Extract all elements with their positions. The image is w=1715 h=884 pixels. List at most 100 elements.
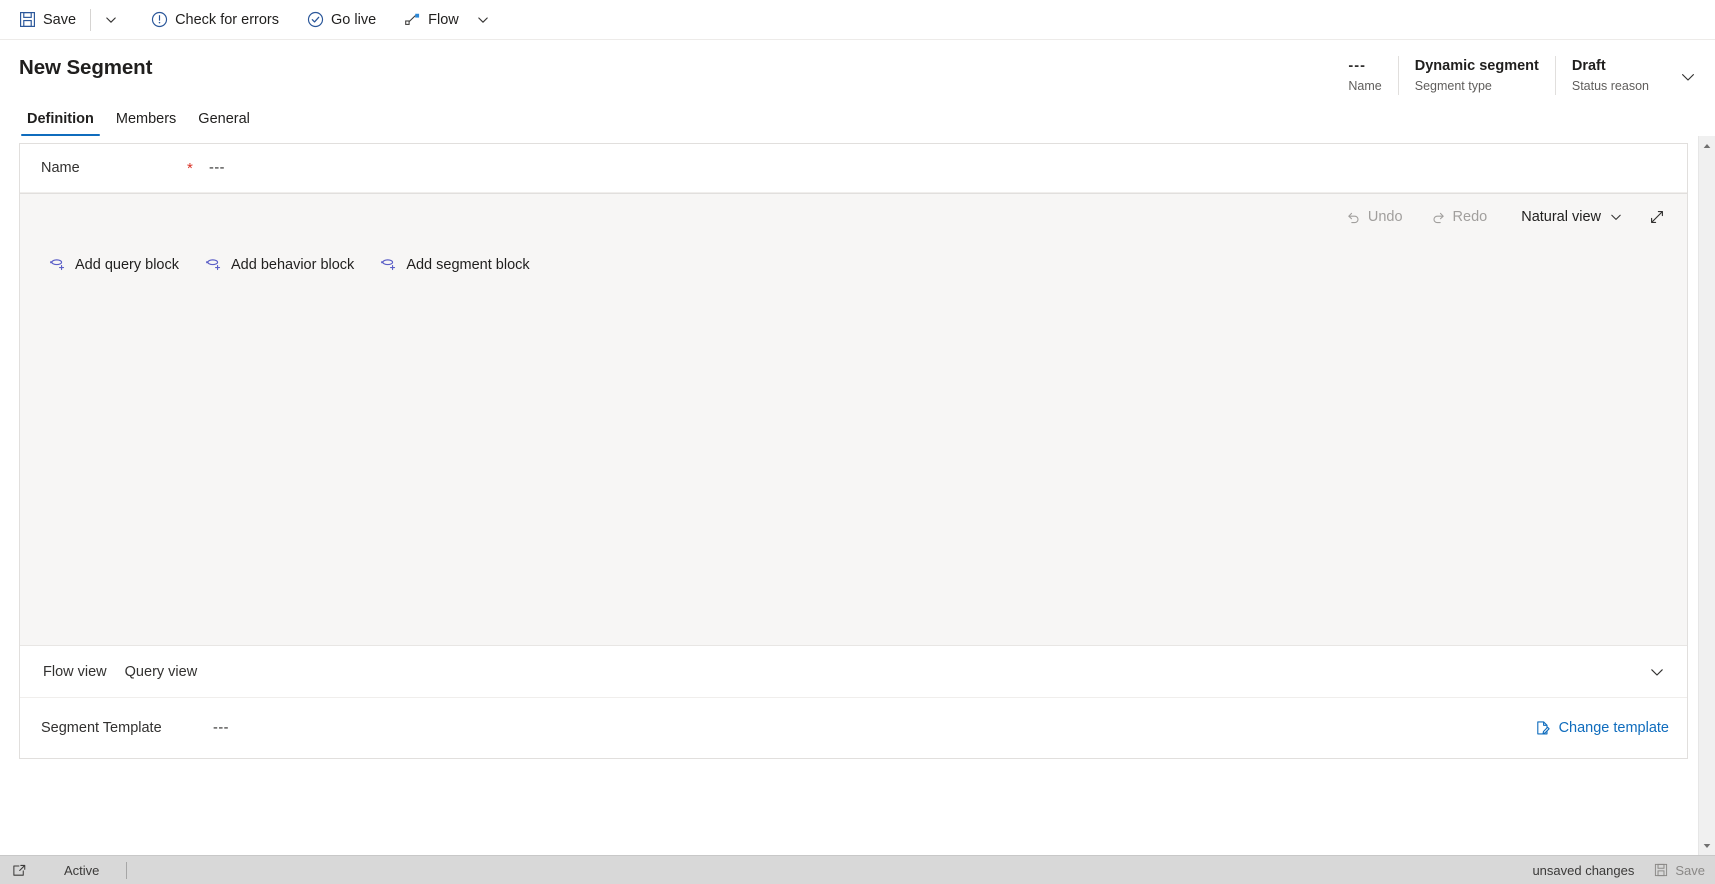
flow-icon <box>404 11 421 28</box>
error-circle-icon <box>151 11 168 28</box>
undo-label: Undo <box>1367 209 1403 225</box>
undo-icon <box>1346 210 1361 225</box>
view-mode-tabs-row: Flow view Query view <box>20 646 1687 698</box>
view-mode-selector[interactable]: Natural view <box>1512 201 1631 233</box>
save-options-caret[interactable] <box>96 0 126 40</box>
page-title: New Segment <box>19 56 153 79</box>
header-expand-toggle[interactable] <box>1671 60 1705 94</box>
view-mode-tabs: Flow view Query view <box>41 660 1641 684</box>
tab-query-view[interactable]: Query view <box>123 660 200 684</box>
add-behavior-block-button[interactable]: Add behavior block <box>203 252 356 277</box>
header-field-status-reason: Draft Status reason <box>1554 56 1665 95</box>
popout-icon[interactable] <box>8 859 30 881</box>
change-template-button[interactable]: Change template <box>1531 716 1673 740</box>
segment-designer-card: Undo Redo Natural view Add query block A… <box>19 194 1688 759</box>
form-tabs: Definition Members General <box>0 107 1715 136</box>
page-bottom-spacer <box>19 759 1688 855</box>
go-live-label: Go live <box>331 11 377 28</box>
segment-canvas[interactable]: Undo Redo Natural view Add query block A… <box>20 194 1687 646</box>
add-query-block-icon <box>49 256 66 273</box>
status-bar-save-button[interactable]: Save <box>1654 863 1705 878</box>
name-field-row: Name * --- <box>20 144 1687 193</box>
add-segment-block-button[interactable]: Add segment block <box>378 252 531 277</box>
page-edit-icon <box>1535 720 1551 736</box>
command-bar-divider <box>90 8 92 31</box>
save-icon <box>19 11 36 28</box>
segment-editor-window: Save Check for errors Go live Flow New S… <box>0 0 1715 884</box>
tab-flow-view-label: Flow view <box>43 663 107 680</box>
expand-diagonal-icon <box>1649 209 1665 225</box>
header-field-name-label: Name <box>1348 79 1382 93</box>
chevron-down-icon <box>105 14 117 26</box>
add-segment-block-icon <box>380 256 397 273</box>
view-mode-label: Natural view <box>1521 209 1601 225</box>
tab-general-label: General <box>198 111 250 127</box>
chevron-down-icon <box>1610 211 1622 223</box>
collapse-section-toggle[interactable] <box>1641 656 1673 688</box>
name-input[interactable]: --- <box>209 160 225 176</box>
chevron-down-icon <box>1649 664 1665 680</box>
tab-members[interactable]: Members <box>108 107 184 136</box>
check-for-errors-button[interactable]: Check for errors <box>142 0 288 40</box>
header-field-segment-type: Dynamic segment Segment type <box>1397 56 1555 95</box>
scrollbar-up-arrow[interactable] <box>1699 138 1715 153</box>
canvas-empty-surface[interactable] <box>20 277 1687 645</box>
definition-panel-wrapper: Name * --- Undo Redo Natural view Add qu… <box>0 136 1698 855</box>
flow-options-caret[interactable] <box>468 0 498 40</box>
canvas-toolbar: Undo Redo Natural view <box>20 194 1687 240</box>
required-asterisk: * <box>187 159 193 177</box>
content-area: Name * --- Undo Redo Natural view Add qu… <box>0 136 1715 855</box>
unsaved-changes-label: unsaved changes <box>1532 862 1635 878</box>
check-circle-icon <box>307 11 324 28</box>
redo-icon <box>1431 210 1446 225</box>
change-template-label: Change template <box>1558 720 1669 736</box>
segment-template-label: Segment Template <box>41 720 162 736</box>
header-field-segment-type-label: Segment type <box>1414 79 1492 93</box>
chevron-down-icon <box>1680 69 1696 85</box>
record-header-fields: --- Name Dynamic segment Segment type Dr… <box>1332 54 1715 95</box>
save-button[interactable]: Save <box>10 0 85 40</box>
status-bar-save-label: Save <box>1675 862 1705 878</box>
redo-label: Redo <box>1452 209 1488 225</box>
tab-members-label: Members <box>115 111 177 127</box>
flow-button[interactable]: Flow <box>395 0 468 40</box>
add-query-block-button[interactable]: Add query block <box>47 252 181 277</box>
record-header: New Segment --- Name Dynamic segment Seg… <box>0 40 1715 95</box>
segment-template-value: --- <box>213 720 229 736</box>
add-query-block-label: Add query block <box>75 256 179 273</box>
add-behavior-block-icon <box>205 256 222 273</box>
command-bar: Save Check for errors Go live Flow <box>0 0 1715 40</box>
expand-canvas-button[interactable] <box>1641 201 1673 233</box>
segment-template-row: Segment Template --- Change template <box>20 698 1687 758</box>
name-field-card: Name * --- <box>19 143 1688 194</box>
check-for-errors-label: Check for errors <box>175 11 280 28</box>
header-field-name: --- Name <box>1332 56 1397 95</box>
name-field-label: Name <box>41 160 80 176</box>
status-bar-left: Active <box>8 859 128 881</box>
flow-button-label: Flow <box>428 11 459 28</box>
header-field-segment-type-value: Dynamic segment <box>1414 58 1539 74</box>
chevron-down-icon <box>477 14 489 26</box>
add-segment-block-label: Add segment block <box>406 256 530 273</box>
tab-definition-label: Definition <box>27 111 94 127</box>
redo-button[interactable]: Redo <box>1422 201 1497 233</box>
tab-flow-view[interactable]: Flow view <box>41 660 109 684</box>
page-scrollbar[interactable] <box>1698 136 1715 855</box>
record-state-label: Active <box>64 862 100 878</box>
scrollbar-down-arrow[interactable] <box>1699 838 1715 853</box>
record-header-left: New Segment <box>0 54 152 82</box>
add-behavior-block-label: Add behavior block <box>230 256 355 273</box>
save-button-label: Save <box>43 11 77 28</box>
go-live-button[interactable]: Go live <box>298 0 385 40</box>
tab-query-view-label: Query view <box>124 663 198 680</box>
header-field-status-reason-label: Status reason <box>1571 79 1649 93</box>
tab-definition[interactable]: Definition <box>19 107 102 136</box>
status-bar-divider <box>126 861 128 879</box>
header-field-name-value: --- <box>1348 58 1366 74</box>
status-bar: Active unsaved changes Save <box>0 855 1715 884</box>
header-field-status-reason-value: Draft <box>1571 58 1606 74</box>
undo-button[interactable]: Undo <box>1337 201 1412 233</box>
save-icon <box>1654 863 1668 877</box>
tab-general[interactable]: General <box>190 107 258 136</box>
add-block-toolbar: Add query block Add behavior block Add s… <box>20 240 1687 277</box>
